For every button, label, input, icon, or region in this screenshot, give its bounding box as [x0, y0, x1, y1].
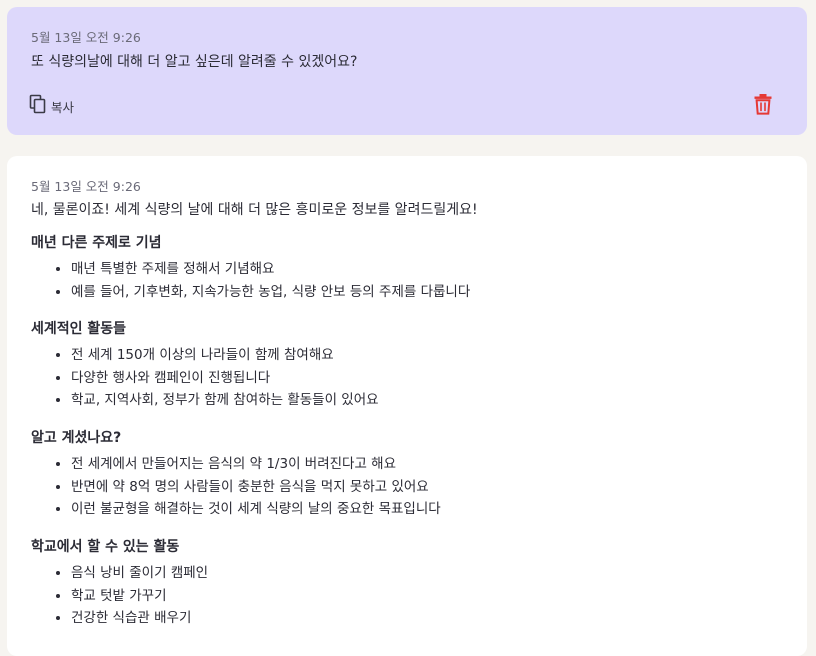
list-item: 다양한 행사와 캠페인이 진행됩니다: [71, 367, 791, 390]
section-annual-theme: 매년 다른 주제로 기념 매년 특별한 주제를 정해서 기념해요 예를 들어, …: [31, 234, 791, 303]
assistant-intro-text: 네, 물론이죠! 세계 식량의 날에 대해 더 많은 흥미로운 정보를 알려드릴…: [31, 202, 478, 218]
trash-icon: [753, 94, 773, 119]
bullet-list: 전 세계 150개 이상의 나라들이 함께 참여해요 다양한 행사와 캠페인이 …: [31, 344, 791, 412]
copy-label: 복사: [51, 99, 75, 115]
message-timestamp: 5월 13일 오전 9:26: [31, 30, 141, 45]
message-timestamp: 5월 13일 오전 9:26: [31, 179, 141, 194]
assistant-message-card: 5월 13일 오전 9:26 네, 물론이죠! 세계 식량의 날에 대해 더 많…: [7, 156, 807, 656]
list-item: 전 세계 150개 이상의 나라들이 함께 참여해요: [71, 344, 791, 367]
list-item: 건강한 식습관 배우기: [71, 607, 791, 630]
section-heading: 알고 계셨나요?: [31, 430, 122, 446]
section-heading: 매년 다른 주제로 기념: [31, 235, 162, 251]
user-message-card: 5월 13일 오전 9:26 또 식량의날에 대해 더 알고 싶은데 알려줄 수…: [7, 7, 807, 135]
bullet-list: 매년 특별한 주제를 정해서 기념해요 예를 들어, 기후변화, 지속가능한 농…: [31, 258, 791, 303]
bullet-list: 음식 낭비 줄이기 캠페인 학교 텃밭 가꾸기 건강한 식습관 배우기: [31, 562, 791, 630]
section-did-you-know: 알고 계셨나요? 전 세계에서 만들어지는 음식의 약 1/3이 버려진다고 해…: [31, 429, 791, 521]
list-item: 학교, 지역사회, 정부가 함께 참여하는 활동들이 있어요: [71, 389, 791, 412]
section-global-activities: 세계적인 활동들 전 세계 150개 이상의 나라들이 함께 참여해요 다양한 …: [31, 320, 791, 412]
bullet-list: 전 세계에서 만들어지는 음식의 약 1/3이 버려진다고 해요 반면에 약 8…: [31, 453, 791, 521]
list-item: 예를 들어, 기후변화, 지속가능한 농업, 식량 안보 등의 주제를 다룹니다: [71, 281, 791, 304]
list-item: 이런 불균형을 해결하는 것이 세계 식량의 날의 중요한 목표입니다: [71, 498, 791, 521]
copy-icon: [29, 94, 47, 118]
list-item: 반면에 약 8억 명의 사람들이 충분한 음식을 먹지 못하고 있어요: [71, 476, 791, 499]
list-item: 매년 특별한 주제를 정해서 기념해요: [71, 258, 791, 281]
copy-button[interactable]: 복사: [29, 94, 75, 118]
list-item: 전 세계에서 만들어지는 음식의 약 1/3이 버려진다고 해요: [71, 453, 791, 476]
section-school-activities: 학교에서 할 수 있는 활동 음식 낭비 줄이기 캠페인 학교 텃밭 가꾸기 건…: [31, 538, 791, 630]
section-heading: 세계적인 활동들: [31, 321, 127, 337]
user-message-text: 또 식량의날에 대해 더 알고 싶은데 알려줄 수 있겠어요?: [31, 54, 358, 70]
delete-button[interactable]: [753, 93, 775, 117]
list-item: 학교 텃밭 가꾸기: [71, 585, 791, 608]
section-heading: 학교에서 할 수 있는 활동: [31, 539, 180, 555]
list-item: 음식 낭비 줄이기 캠페인: [71, 562, 791, 585]
